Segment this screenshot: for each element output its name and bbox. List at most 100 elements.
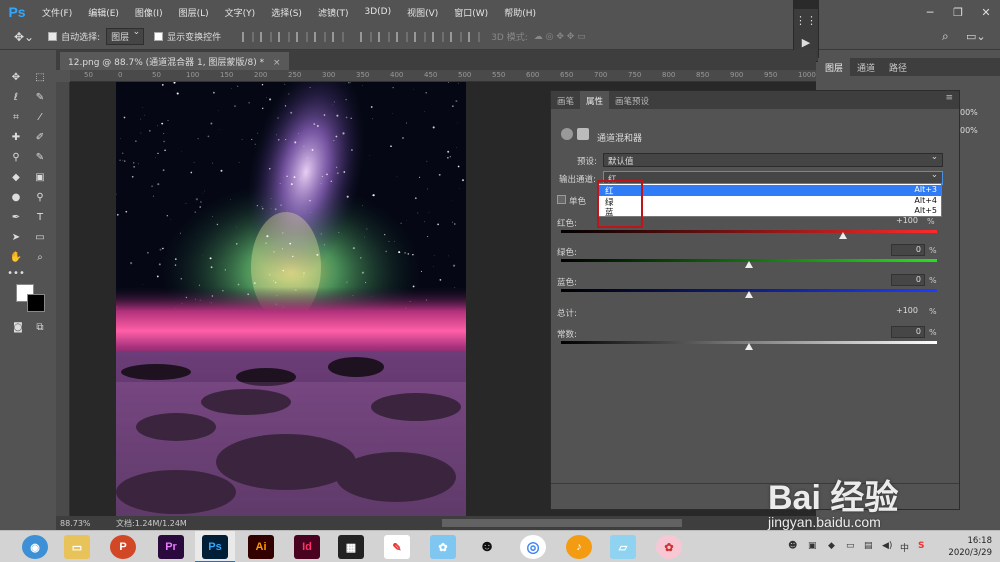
tab-paths[interactable]: 路径: [882, 58, 914, 76]
auto-select-checkbox[interactable]: [48, 32, 58, 41]
qq-icon[interactable]: ☻: [474, 535, 500, 559]
menu-layer[interactable]: 图层(L): [171, 6, 217, 19]
history-brush-icon[interactable]: ✎: [32, 150, 48, 164]
distribute-middle-icon[interactable]: [378, 31, 391, 42]
ime-tray-icon[interactable]: 中: [900, 541, 912, 554]
photoshop-icon[interactable]: Ps: [202, 535, 228, 559]
align-center-icon[interactable]: [314, 31, 327, 42]
powerpoint-icon[interactable]: P: [110, 535, 136, 559]
menu-image[interactable]: 图像(I): [127, 6, 171, 19]
video-editor-icon[interactable]: ▦: [338, 535, 364, 559]
premiere-icon[interactable]: Pr: [158, 535, 184, 559]
network-tray-icon[interactable]: ▣: [808, 541, 820, 553]
chrome-icon[interactable]: ◎: [520, 535, 546, 559]
file-explorer-icon[interactable]: ▭: [64, 535, 90, 559]
auto-align-icon[interactable]: [468, 31, 481, 42]
healing-brush-icon[interactable]: ✚: [8, 130, 24, 144]
blue-slider-thumb[interactable]: [745, 291, 753, 298]
volume-tray-icon[interactable]: ◀): [882, 541, 894, 553]
gradient-tool-icon[interactable]: ▣: [32, 170, 48, 184]
close-button[interactable]: ✕: [972, 0, 1000, 24]
horizontal-scrollbar[interactable]: [442, 519, 682, 527]
distribute-bottom-icon[interactable]: [396, 31, 409, 42]
align-top-icon[interactable]: [242, 31, 255, 42]
more-tools-icon[interactable]: •••: [7, 266, 25, 280]
menu-item-blue[interactable]: 蓝 Alt+5: [599, 206, 941, 218]
adjustment-layer-icon[interactable]: [561, 128, 573, 140]
hand-tool-icon[interactable]: ✋: [8, 250, 24, 264]
close-icon[interactable]: ×: [273, 58, 281, 68]
browser-icon[interactable]: ◉: [22, 535, 48, 559]
maximize-button[interactable]: ❐: [944, 0, 972, 24]
blur-tool-icon[interactable]: ●: [8, 190, 24, 204]
red-value-field[interactable]: +100: [887, 216, 921, 228]
align-left-icon[interactable]: [296, 31, 309, 42]
menu-window[interactable]: 窗口(W): [446, 6, 496, 19]
search-icon[interactable]: ⌕: [942, 29, 949, 44]
panel-menu-icon[interactable]: ≡: [945, 93, 953, 103]
layer-mask-icon[interactable]: [577, 128, 589, 140]
shape-tool-icon[interactable]: ▭: [32, 230, 48, 244]
game-app-icon[interactable]: ✿: [656, 535, 682, 559]
distribute-top-icon[interactable]: [360, 31, 373, 42]
illustrator-icon[interactable]: Ai: [248, 535, 274, 559]
quick-select-tool-icon[interactable]: ✎: [32, 90, 48, 104]
dodge-tool-icon[interactable]: ⚲: [32, 190, 48, 204]
tab-layers[interactable]: 图层: [818, 58, 851, 76]
distribute-right-icon[interactable]: [450, 31, 463, 42]
tab-properties[interactable]: 属性: [580, 91, 610, 109]
clone-stamp-icon[interactable]: ⚲: [8, 150, 24, 164]
collapsed-panel-grip[interactable]: [794, 1, 818, 9]
zoom-level[interactable]: 88.73%: [60, 519, 116, 528]
menu-item-red[interactable]: 红 Alt+3: [599, 185, 941, 197]
menu-view[interactable]: 视图(V): [399, 6, 446, 19]
path-select-icon[interactable]: ➤: [8, 230, 24, 244]
brush-tool-icon[interactable]: ✐: [32, 130, 48, 144]
align-bottom-icon[interactable]: [278, 31, 291, 42]
crop-tool-icon[interactable]: ⌗: [8, 110, 24, 124]
security-tray-icon[interactable]: ◆: [828, 541, 840, 553]
fill-value[interactable]: 00%: [960, 126, 978, 135]
history-icon[interactable]: ⋮⋮: [794, 9, 818, 31]
workspace-switcher-icon[interactable]: ▭⌄: [966, 30, 986, 43]
distribute-center-icon[interactable]: [432, 31, 445, 42]
eraser-tool-icon[interactable]: ◆: [8, 170, 24, 184]
green-value-field[interactable]: 0: [891, 244, 925, 256]
wps-icon[interactable]: ✎: [384, 535, 410, 559]
quick-mask-icon[interactable]: ◙: [10, 320, 26, 334]
tab-channels[interactable]: 通道: [850, 58, 882, 76]
constant-slider-thumb[interactable]: [745, 343, 753, 350]
screen-mode-icon[interactable]: ⧉: [32, 320, 48, 334]
tab-brush[interactable]: 画笔: [551, 91, 580, 109]
constant-value-field[interactable]: 0: [891, 326, 925, 338]
menu-file[interactable]: 文件(F): [34, 6, 80, 19]
menu-edit[interactable]: 编辑(E): [80, 6, 127, 19]
document-tab[interactable]: 12.png @ 88.7% (通道混合器 1, 图层蒙版/8) * ×: [60, 52, 289, 70]
minimize-button[interactable]: ─: [916, 0, 944, 24]
menu-type[interactable]: 文字(Y): [217, 6, 264, 19]
distribute-left-icon[interactable]: [414, 31, 427, 42]
move-tool-icon[interactable]: ✥: [8, 70, 24, 84]
type-tool-icon[interactable]: T: [32, 210, 48, 224]
align-middle-icon[interactable]: [260, 31, 273, 42]
menu-3d[interactable]: 3D(D): [356, 7, 399, 17]
red-slider-track[interactable]: [561, 230, 937, 233]
background-color-swatch[interactable]: [27, 294, 45, 312]
lasso-tool-icon[interactable]: ℓ: [8, 90, 24, 104]
chat-app-icon[interactable]: ✿: [430, 535, 456, 559]
taskbar-clock[interactable]: 16:18 2020/3/29: [948, 535, 992, 559]
indesign-icon[interactable]: Id: [294, 535, 320, 559]
monochrome-checkbox[interactable]: [557, 195, 566, 204]
pen-tool-icon[interactable]: ✒: [8, 210, 24, 224]
notification-tray-icon[interactable]: ▤: [864, 541, 876, 553]
blue-value-field[interactable]: 0: [891, 274, 925, 286]
battery-tray-icon[interactable]: ▭: [846, 541, 858, 553]
notes-app-icon[interactable]: ▱: [610, 535, 636, 559]
preset-dropdown[interactable]: 默认值 ⌄: [603, 152, 943, 167]
tab-brush-presets[interactable]: 画笔预设: [609, 91, 655, 109]
menu-select[interactable]: 选择(S): [263, 6, 310, 19]
zoom-tool-icon[interactable]: ⌕: [32, 250, 48, 264]
red-slider-thumb[interactable]: [839, 232, 847, 239]
menu-filter[interactable]: 滤镜(T): [310, 6, 357, 19]
music-app-icon[interactable]: ♪: [566, 535, 592, 559]
